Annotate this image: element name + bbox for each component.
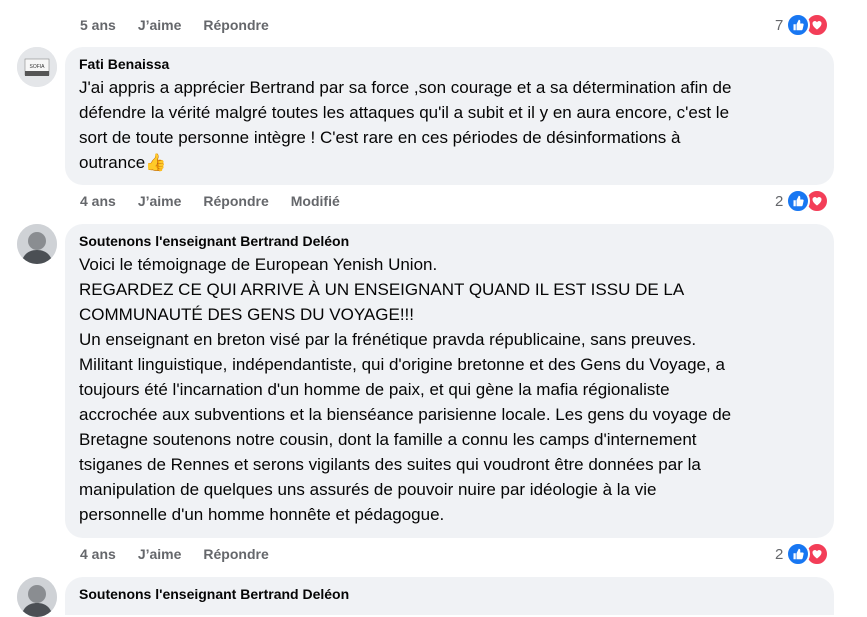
avatar-fati-benaissa[interactable]: SOFIA — [17, 47, 57, 87]
like-link[interactable]: J’aime — [138, 193, 182, 209]
reply-link[interactable]: Répondre — [203, 546, 268, 562]
comment-line: Voici le témoignage de European Yenish U… — [79, 255, 438, 274]
comment-line: tsiganes de Rennes et serons vigilants d… — [79, 455, 701, 474]
reply-link[interactable]: Répondre — [203, 17, 268, 33]
comment-author[interactable]: Fati Benaissa — [79, 55, 822, 73]
avatar-soutenons[interactable] — [17, 577, 57, 617]
comment-line: manipulation de quelques uns assurés de … — [79, 480, 657, 499]
comment-actions-previous: 5 ans J’aime Répondre — [80, 15, 291, 35]
reaction-count: 7 — [775, 16, 784, 34]
comment-timestamp[interactable]: 4 ans — [80, 546, 116, 562]
reaction-count: 2 — [775, 192, 784, 210]
comment-timestamp[interactable]: 4 ans — [80, 193, 116, 209]
comment-text: Voici le témoignage de European Yenish U… — [79, 252, 822, 527]
reaction-summary[interactable]: 2 — [775, 542, 830, 566]
reaction-summary[interactable]: 7 — [775, 13, 830, 37]
comment-line: sort de toute personne intègre ! C'est r… — [79, 128, 681, 147]
comment-line: COMMUNAUTÉ DES GENS DU VOYAGE!!! — [79, 305, 415, 324]
comment-line: J'ai appris a apprécier Bertrand par sa … — [79, 78, 732, 97]
comment-line: personnelle d'un homme honnête et pédago… — [79, 505, 445, 524]
reaction-summary[interactable]: 2 — [775, 189, 830, 213]
like-reaction-icon — [786, 13, 811, 37]
comment-actions: 4 ans J’aime Répondre Modifié — [80, 191, 362, 211]
comment-author[interactable]: Soutenons l'enseignant Bertrand Deléon — [79, 232, 822, 250]
comment-line: toujours été l'incarnation d'un homme de… — [79, 380, 670, 399]
comment-timestamp[interactable]: 5 ans — [80, 17, 116, 33]
reaction-count: 2 — [775, 545, 784, 563]
comment-line: outrance👍 — [79, 150, 822, 175]
avatar-logo-text: SOFIA — [29, 64, 45, 70]
reply-link[interactable]: Répondre — [203, 193, 268, 209]
edited-label[interactable]: Modifié — [291, 193, 340, 209]
like-reaction-icon — [786, 189, 811, 213]
comment-line: Bretagne soutenons notre cousin, dont la… — [79, 430, 697, 449]
comment-line: accrochée aux subventions et la bienséan… — [79, 405, 732, 424]
like-reaction-icon — [786, 542, 811, 566]
comment-bubble: Fati Benaissa J'ai appris a apprécier Be… — [65, 47, 834, 185]
comment-line: REGARDEZ CE QUI ARRIVE À UN ENSEIGNANT Q… — [79, 280, 685, 299]
thumbs-up-emoji: 👍 — [145, 153, 167, 172]
comment-author[interactable]: Soutenons l'enseignant Bertrand Deléon — [79, 585, 822, 603]
comment-line-text: outrance — [79, 153, 146, 172]
like-link[interactable]: J’aime — [138, 546, 182, 562]
comment-line: Un enseignant en breton visé par la frén… — [79, 330, 697, 349]
comment-actions: 4 ans J’aime Répondre — [80, 544, 291, 564]
comment-bubble: Soutenons l'enseignant Bertrand Deléon V… — [65, 224, 834, 538]
comment-text: J'ai appris a apprécier Bertrand par sa … — [79, 75, 822, 175]
comment-line: Militant linguistique, indépendantiste, … — [79, 355, 725, 374]
avatar-soutenons[interactable] — [17, 224, 57, 264]
comment-line: défendre la vérité malgré toutes les att… — [79, 103, 730, 122]
like-link[interactable]: J’aime — [138, 17, 182, 33]
comment-bubble: Soutenons l'enseignant Bertrand Deléon — [65, 577, 834, 615]
